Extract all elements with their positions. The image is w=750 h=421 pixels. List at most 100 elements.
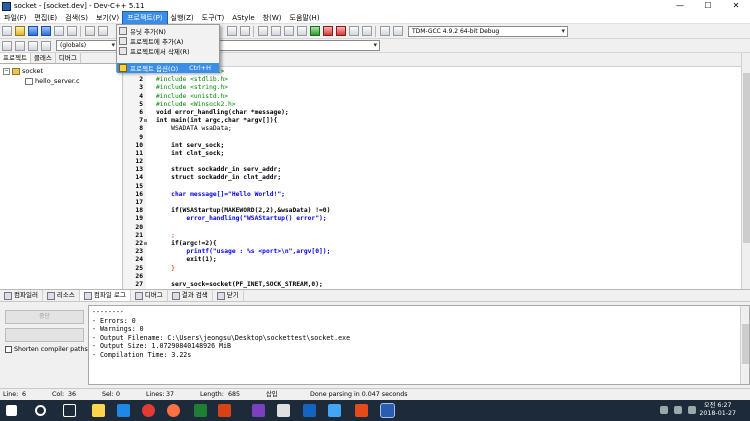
new-file-icon[interactable] [1,26,12,36]
code-line[interactable]: 19 error_handling("WSAStartup() error"); [124,215,734,223]
tab-project[interactable]: 프로젝트 [0,53,31,63]
word-icon[interactable] [303,404,316,417]
vscode-icon[interactable] [328,404,341,417]
tree-item-file[interactable]: hello_server.c [0,76,122,86]
toggle-comment-icon[interactable] [239,26,250,36]
clock[interactable]: 오전 6:27 2018-01-27 [699,402,736,418]
compile-icon[interactable] [257,26,268,36]
code-line[interactable]: 10 int serv_sock; [124,142,734,150]
toggle-bookmark-icon[interactable] [14,40,25,51]
menu-item-add-to-project[interactable]: 프로젝트에 추가(A) [117,36,219,46]
save-icon[interactable] [27,26,38,36]
run-icon[interactable] [270,26,281,36]
menu-project[interactable]: 프로젝트(P) [122,10,168,25]
scroll-thumb[interactable] [743,73,750,243]
open-folder-icon[interactable] [14,26,25,36]
tab-debug[interactable]: 디버그 [56,53,81,63]
devcpp-taskbar-icon[interactable] [380,403,395,418]
code-line[interactable]: 11 int clnt_sock; [124,150,734,158]
code-line[interactable]: 15 [124,183,734,191]
tab-compile-log[interactable]: 컴파일 로그 [79,290,131,301]
menu-help[interactable]: 도움말(H) [286,12,324,24]
print-icon[interactable] [66,26,77,36]
minimize-button[interactable]: — [666,0,694,12]
code-line[interactable]: 9 [124,134,734,142]
tab-classes[interactable]: 클래스 [31,53,56,63]
powerpoint-icon[interactable] [218,404,231,417]
menu-file[interactable]: 파일(F) [0,12,30,24]
tray-icon[interactable] [660,406,668,414]
menu-view[interactable]: 보기(V) [92,12,123,24]
compile-run-icon[interactable] [283,26,294,36]
code-line[interactable]: 17 [124,199,734,207]
windows-start-icon[interactable] [6,405,17,416]
menu-item-remove-from-project[interactable]: 프로젝트에서 삭제(R) [117,46,219,56]
excel-icon[interactable] [194,404,207,417]
chrome-icon[interactable] [142,404,155,417]
app-icon[interactable] [355,404,368,417]
shorten-paths-option[interactable]: Shorten compiler paths [5,346,88,353]
menu-astyle[interactable]: AStyle [228,12,258,24]
code-line[interactable]: 16 char message[]="Hello World!"; [124,191,734,199]
file-explorer-icon[interactable] [92,404,105,417]
profile-icon[interactable] [348,26,359,36]
menu-execute[interactable]: 실행(Z) [167,12,198,24]
menu-tools[interactable]: 도구(T) [198,12,229,24]
task-view-icon[interactable] [63,404,76,417]
code-line[interactable]: 20 [124,224,734,232]
menu-item-add-unit[interactable]: 유닛 추가(N) [117,26,219,36]
shorten-paths-checkbox[interactable] [5,346,12,353]
syntax-check-icon[interactable] [309,26,320,36]
menu-item-project-options[interactable]: 프로젝트 옵션(O) Ctrl+H [117,63,219,73]
close-button[interactable]: ✕ [722,0,750,12]
network-icon[interactable] [674,406,682,414]
firefox-icon[interactable] [167,404,180,417]
code-line[interactable]: 26 [124,273,734,281]
editor-scrollbar[interactable] [741,53,750,289]
debug-icon[interactable] [322,26,333,36]
goto-bookmark-icon[interactable] [27,40,38,51]
rebuild-icon[interactable] [296,26,307,36]
undo-icon[interactable] [84,26,95,36]
code-line[interactable]: 2 #include <stdlib.h> [124,76,734,84]
indent-icon[interactable] [40,40,51,51]
window-list-icon[interactable] [392,26,403,36]
code-line[interactable]: 5 #include <Winsock2.h> [124,101,734,109]
code-line[interactable]: 3 #include <string.h> [124,84,734,92]
tab-close[interactable]: 닫기 [213,290,244,301]
log-scrollbar[interactable] [740,306,749,384]
visual-studio-icon[interactable] [252,404,265,417]
stop-icon[interactable] [335,26,346,36]
code-line[interactable]: 6 void error_handling(char *message); [124,109,734,117]
maximize-button[interactable]: ☐ [694,0,722,12]
scroll-thumb[interactable] [742,324,749,364]
grid-icon[interactable] [379,26,390,36]
code-line[interactable]: 7 ⊟ int main(int argc,char *argv[]){ [124,117,734,125]
volume-icon[interactable] [688,406,696,414]
scope-select[interactable]: (globals) [56,40,118,51]
compile-log-output[interactable]: -------- - Errors: 0 - Warnings: 0 - Out… [88,305,750,385]
menu-window[interactable]: 창(W) [259,12,286,24]
code-line[interactable]: 21 ; [124,232,734,240]
fold-toggle-icon[interactable]: ⊟ [144,118,147,124]
edge-icon[interactable] [117,404,130,417]
close-file-icon[interactable] [53,26,64,36]
menu-edit[interactable]: 편집(E) [30,12,61,24]
menu-search[interactable]: 검색(S) [61,12,92,24]
tab-resources[interactable]: 리소스 [43,290,80,301]
fold-toggle-icon[interactable]: ⊟ [144,241,147,247]
code-line[interactable]: 4 #include <unistd.h> [124,93,734,101]
tab-debug-output[interactable]: 디버그 [131,290,168,301]
tab-find-results[interactable]: 결과 검색 [168,290,213,301]
code-line[interactable]: 22 ⊟ if(argc!=2){ [124,240,734,248]
code-area[interactable]: 1#include <stdio.h>2#include <stdlib.h>3… [124,68,734,289]
search-icon[interactable] [35,405,46,416]
collapse-icon[interactable]: − [3,67,10,75]
delete-profile-icon[interactable] [361,26,372,36]
code-line[interactable]: 27 serv_sock=socket(PF_INET,SOCK_STREAM,… [124,281,734,289]
code-line[interactable]: 14 struct sockaddr_in clnt_addr; [124,174,734,182]
code-editor[interactable]: 1#include <stdio.h>2#include <stdlib.h>3… [124,53,750,289]
abort-compilation-button[interactable]: 중단 [5,310,84,324]
insert-icon[interactable] [1,40,12,51]
redo-icon[interactable] [97,26,108,36]
